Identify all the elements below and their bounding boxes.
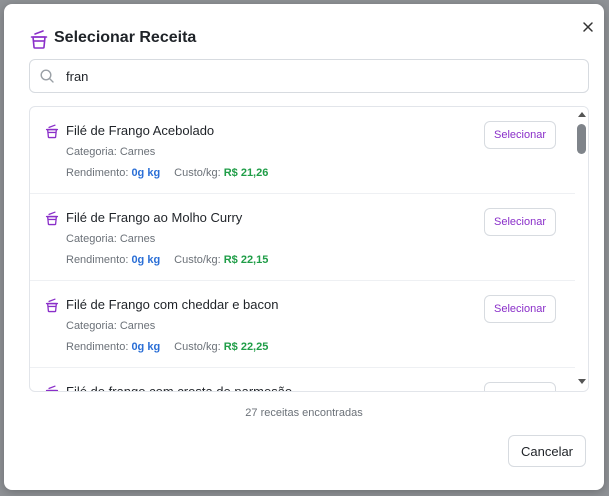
category-label: Categoria:	[66, 320, 120, 332]
category-label: Categoria:	[66, 146, 120, 158]
cooking-pot-icon	[44, 210, 60, 226]
yield-value: 0g kg	[131, 254, 161, 266]
recipe-category: Categoria: Carnes	[66, 232, 155, 246]
yield-label: Rendimento:	[66, 254, 132, 266]
recipe-list-item: Filé de Frango ao Molho Curry Categoria:…	[30, 194, 575, 281]
search-box	[29, 59, 589, 93]
yield-label: Rendimento:	[66, 167, 132, 179]
recipe-name: Filé de Frango ao Molho Curry	[66, 210, 243, 225]
recipe-category: Categoria: Carnes	[66, 145, 155, 159]
recipe-list-item: Filé de Frango Acebolado Categoria: Carn…	[30, 107, 575, 194]
cost-value: R$ 21,26	[223, 167, 269, 179]
select-recipe-button[interactable]: Selecionar	[484, 295, 556, 323]
search-input[interactable]	[66, 60, 576, 92]
search-icon	[39, 68, 55, 84]
recipe-meta: Rendimento: 0g kg Custo/kg: R$ 22,15	[66, 253, 268, 267]
category-label: Categoria:	[66, 233, 120, 245]
cooking-pot-icon	[29, 28, 49, 50]
recipe-list-item: Filé de frango com crosta de parmesão Se…	[30, 368, 575, 392]
yield-value: 0g kg	[131, 167, 161, 179]
recipe-meta: Rendimento: 0g kg Custo/kg: R$ 22,25	[66, 340, 268, 354]
category-value: Carnes	[119, 146, 156, 158]
cooking-pot-icon	[44, 123, 60, 139]
cost-label: Custo/kg:	[174, 341, 224, 353]
close-icon	[582, 20, 594, 38]
cost-value: R$ 22,15	[223, 254, 269, 266]
recipe-name: Filé de Frango com cheddar e bacon	[66, 297, 279, 312]
select-recipe-button[interactable]: Selecionar	[484, 121, 556, 149]
select-recipe-button[interactable]: Selecionar	[484, 382, 556, 391]
results-count: 27 receitas encontradas	[245, 407, 363, 419]
recipe-list-item: Filé de Frango com cheddar e bacon Categ…	[30, 281, 575, 368]
cancel-button[interactable]: Cancelar	[508, 435, 586, 467]
scroll-down-arrow-icon[interactable]	[578, 379, 586, 384]
recipe-name: Filé de Frango Acebolado	[66, 123, 215, 138]
scroll-up-arrow-icon[interactable]	[578, 112, 586, 117]
select-recipe-button[interactable]: Selecionar	[484, 208, 556, 236]
recipe-category: Categoria: Carnes	[66, 319, 155, 333]
recipe-name: Filé de frango com crosta de parmesão	[66, 384, 293, 392]
close-button[interactable]	[578, 19, 598, 39]
cost-label: Custo/kg:	[174, 254, 224, 266]
cost-value: R$ 22,25	[223, 341, 269, 353]
yield-value: 0g kg	[131, 341, 161, 353]
list-scrollbar[interactable]	[575, 107, 588, 391]
dialog-title: Selecionar Receita	[54, 29, 197, 46]
cost-label: Custo/kg:	[174, 167, 224, 179]
cooking-pot-icon	[44, 384, 60, 391]
recipe-list[interactable]: Filé de Frango Acebolado Categoria: Carn…	[29, 106, 589, 392]
category-value: Carnes	[119, 233, 156, 245]
category-value: Carnes	[119, 320, 156, 332]
select-recipe-dialog: Selecionar Receita fran Filé de Frango A…	[4, 4, 604, 490]
cooking-pot-icon	[44, 297, 60, 313]
yield-label: Rendimento:	[66, 341, 132, 353]
scrollbar-thumb[interactable]	[577, 124, 586, 154]
recipe-meta: Rendimento: 0g kg Custo/kg: R$ 21,26	[66, 166, 268, 180]
